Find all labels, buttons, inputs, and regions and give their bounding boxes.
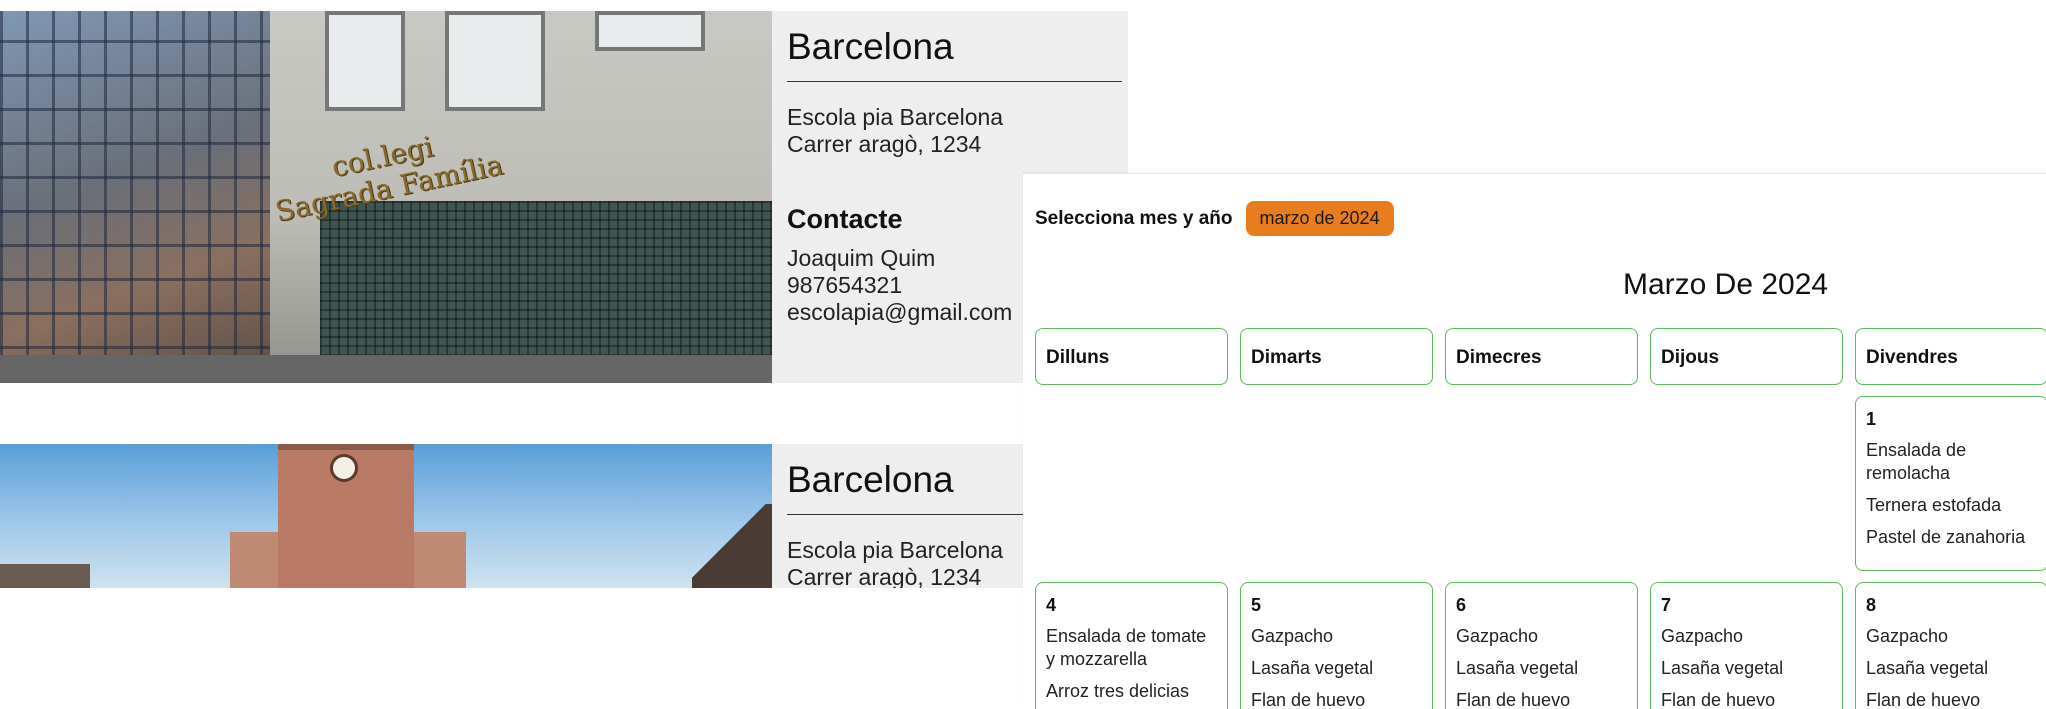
- weekday-header-tuesday: Dimarts: [1240, 328, 1433, 385]
- day-number: 6: [1456, 595, 1467, 615]
- day-cell[interactable]: 1 Ensalada de remolacha Ternera estofada…: [1855, 396, 2046, 571]
- school-name: Escola pia Barcelona: [787, 104, 1004, 130]
- school-building-photo: col.legi Sagrada Família: [0, 11, 772, 383]
- day-number: 8: [1866, 595, 1877, 615]
- divider: [787, 81, 1122, 82]
- day-number: 4: [1046, 595, 1057, 615]
- day-cell[interactable]: 7 Gazpacho Lasaña vegetal Flan de huevo: [1650, 582, 1843, 709]
- school-tower-photo: [0, 444, 772, 588]
- day-number: 1: [1866, 409, 1877, 429]
- dish-dessert: Flan de huevo: [1456, 690, 1571, 709]
- dish-second: Ternera estofada: [1866, 495, 2002, 515]
- day-number: 7: [1661, 595, 1672, 615]
- school-card: col.legi Sagrada Família Barcelona Escol…: [0, 11, 1128, 383]
- calendar-title: Marzo De 2024: [1623, 268, 1829, 301]
- dish-dessert: Flan de huevo: [1661, 690, 1776, 709]
- dish-dessert: Pastel de zanahoria: [1866, 527, 2026, 547]
- day-cell[interactable]: 6 Gazpacho Lasaña vegetal Flan de huevo: [1445, 582, 1638, 709]
- dish-first: Ensalada de remolacha: [1866, 440, 1967, 483]
- weekday-header-monday: Dilluns: [1035, 328, 1228, 385]
- dish-second: Arroz tres delicias: [1046, 681, 1190, 701]
- dish-first: Gazpacho: [1251, 626, 1334, 646]
- school-city: Barcelona: [787, 26, 954, 67]
- dish-first: Gazpacho: [1456, 626, 1539, 646]
- school-address: Carrer aragò, 1234: [787, 131, 982, 157]
- dish-second: Lasaña vegetal: [1661, 658, 1784, 678]
- dish-second: Lasaña vegetal: [1456, 658, 1579, 678]
- month-picker-label: Selecciona mes y año: [1035, 207, 1233, 229]
- divider: [787, 514, 1037, 515]
- menu-calendar: Selecciona mes y año marzo de 2024 Marzo…: [1023, 173, 2046, 709]
- day-cell[interactable]: 5 Gazpacho Lasaña vegetal Flan de huevo: [1240, 582, 1433, 709]
- weekday-header-friday: Divendres: [1855, 328, 2046, 385]
- dish-second: Lasaña vegetal: [1251, 658, 1374, 678]
- dish-dessert: Flan de huevo: [1251, 690, 1366, 709]
- weekday-header-wednesday: Dimecres: [1445, 328, 1638, 385]
- day-cell[interactable]: 4 Ensalada de tomate y mozzarella Arroz …: [1035, 582, 1228, 709]
- month-select-button[interactable]: marzo de 2024: [1245, 201, 1394, 236]
- clock-icon: [330, 454, 358, 482]
- day-cell[interactable]: 8 Gazpacho Lasaña vegetal Flan de huevo: [1855, 582, 2046, 709]
- dish-first: Ensalada de tomate y mozzarella: [1046, 626, 1207, 669]
- school-card: Barcelona Escola pia Barcelona Carrer ar…: [0, 444, 1128, 588]
- dish-first: Gazpacho: [1661, 626, 1744, 646]
- month-picker: Selecciona mes y año marzo de 2024: [1035, 201, 1394, 236]
- dish-first: Gazpacho: [1866, 626, 1949, 646]
- dish-second: Lasaña vegetal: [1866, 658, 1989, 678]
- dish-dessert: Flan de huevo: [1866, 690, 1981, 709]
- day-number: 5: [1251, 595, 1262, 615]
- weekday-header-thursday: Dijous: [1650, 328, 1843, 385]
